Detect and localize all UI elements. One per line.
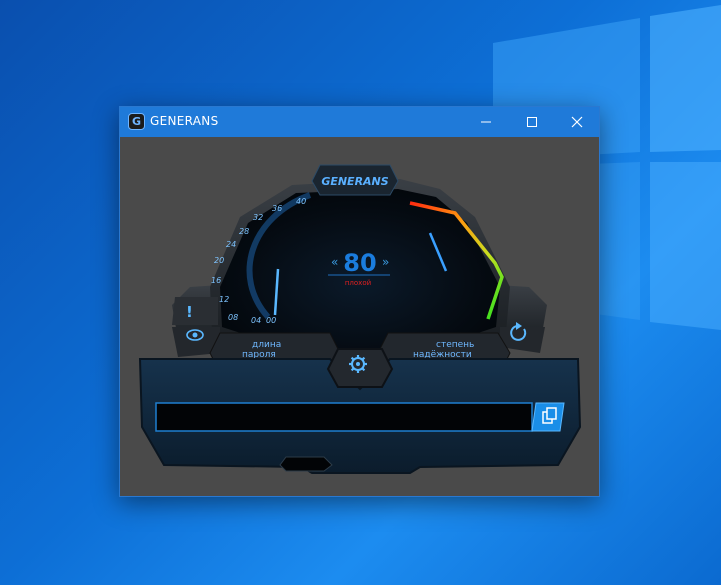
close-icon bbox=[571, 116, 583, 128]
scale-tick: 32 bbox=[253, 213, 263, 222]
length-display: 80 bbox=[343, 249, 376, 277]
generator-panel: GENERANS 00 04 08 12 16 20 24 28 32 36 4… bbox=[120, 137, 599, 496]
gear-icon bbox=[349, 355, 367, 373]
close-button[interactable] bbox=[554, 107, 600, 137]
scale-tick: 04 bbox=[251, 316, 261, 325]
increase-length-arrow[interactable]: » bbox=[382, 255, 389, 269]
scale-tick: 16 bbox=[211, 276, 221, 285]
strength-text: плохой bbox=[345, 279, 371, 287]
brand-label: GENERANS bbox=[321, 175, 388, 188]
scale-tick: 36 bbox=[272, 204, 282, 213]
app-icon: G bbox=[128, 113, 145, 130]
app-window: G GENERANS GENERANS 00 04 08 12 16 20 24… bbox=[119, 106, 600, 497]
settings-button[interactable] bbox=[326, 348, 394, 388]
bottom-notch bbox=[279, 456, 333, 472]
scale-tick: 00 bbox=[266, 316, 276, 325]
scale-tick: 12 bbox=[219, 295, 229, 304]
exclamation-icon: ! bbox=[186, 303, 193, 321]
minimize-icon bbox=[481, 121, 491, 123]
scale-tick: 24 bbox=[226, 240, 236, 249]
length-label-line1: длина bbox=[252, 340, 281, 350]
window-title: GENERANS bbox=[150, 114, 219, 128]
decrease-length-arrow[interactable]: « bbox=[331, 255, 338, 269]
generator-graphic: GENERANS 00 04 08 12 16 20 24 28 32 36 4… bbox=[138, 164, 582, 474]
maximize-button[interactable] bbox=[509, 107, 555, 137]
password-field[interactable] bbox=[155, 402, 533, 432]
warning-button[interactable] bbox=[172, 297, 218, 325]
title-bar[interactable]: G GENERANS bbox=[120, 107, 599, 137]
minimize-button[interactable] bbox=[463, 107, 509, 137]
scale-tick: 20 bbox=[214, 256, 224, 265]
strength-label-line1: степень bbox=[436, 340, 474, 350]
scale-tick: 08 bbox=[228, 313, 238, 322]
scale-tick: 28 bbox=[239, 227, 249, 236]
maximize-icon bbox=[527, 117, 537, 127]
scale-tick: 40 bbox=[296, 197, 306, 206]
